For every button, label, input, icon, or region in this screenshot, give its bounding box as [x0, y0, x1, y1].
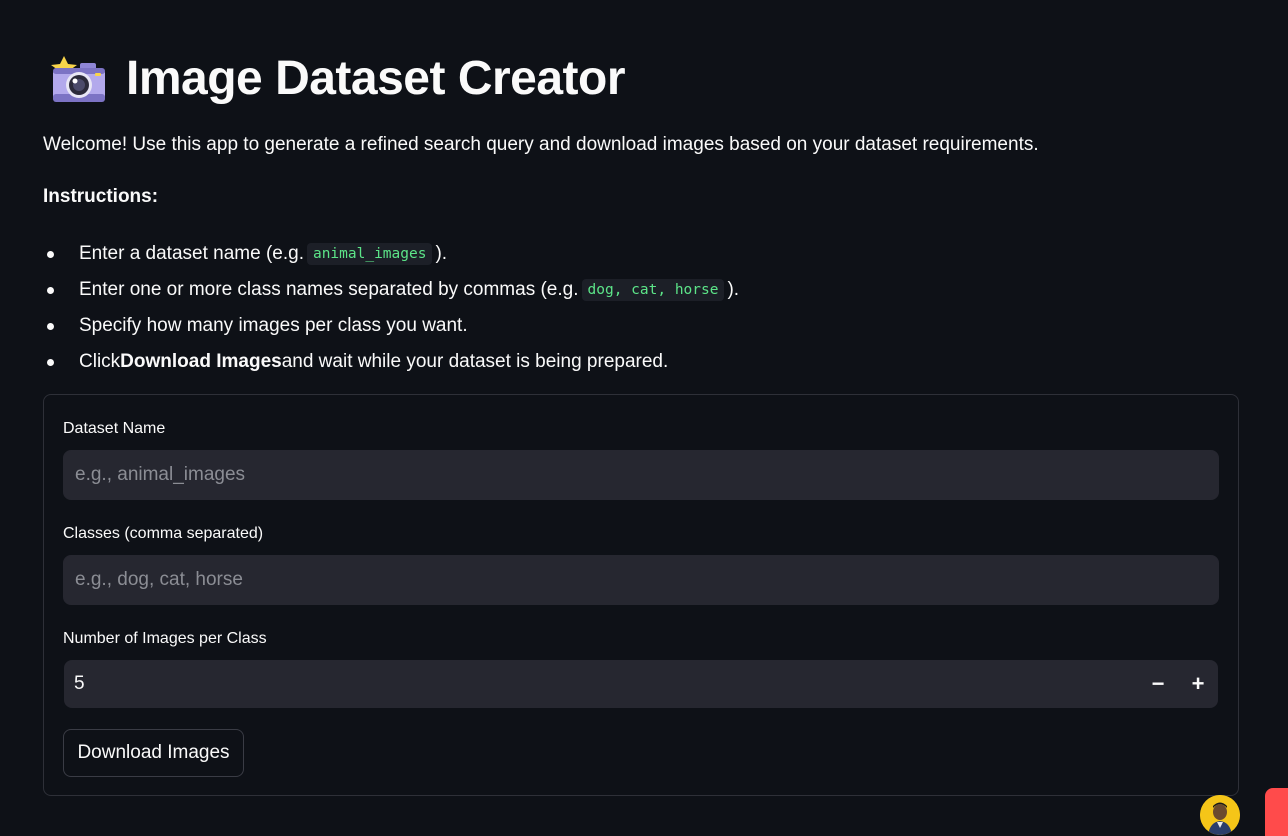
bullet-icon	[47, 323, 54, 330]
camera-with-flash-icon	[51, 56, 105, 102]
classes-input[interactable]	[63, 555, 1219, 605]
instructions-list: Enter a dataset name (e.g. animal_images…	[43, 236, 739, 380]
num-images-stepper: 5 − +	[64, 660, 1218, 708]
instruction-text: Click	[79, 351, 121, 372]
page-title: Image Dataset Creator	[126, 52, 626, 105]
dataset-form: Dataset Name Classes (comma separated) N…	[43, 394, 1239, 796]
bullet-icon	[47, 251, 54, 258]
bullet-icon	[47, 359, 54, 366]
decrement-button[interactable]: −	[1138, 660, 1178, 708]
welcome-text: Welcome! Use this app to generate a refi…	[43, 134, 1039, 155]
dataset-name-input[interactable]	[63, 450, 1219, 500]
instruction-text: ).	[727, 279, 740, 300]
code-snippet: animal_images	[306, 243, 433, 265]
title-row: Image Dataset Creator	[50, 50, 626, 108]
classes-label: Classes (comma separated)	[63, 525, 264, 542]
instruction-text: Specify how many images per class you wa…	[79, 315, 468, 336]
dataset-name-label: Dataset Name	[63, 420, 166, 437]
bullet-icon	[47, 287, 54, 294]
avatar[interactable]	[1200, 795, 1240, 835]
download-images-button[interactable]: Download Images	[63, 729, 244, 777]
manage-app-tab[interactable]	[1265, 788, 1288, 836]
instruction-item-count: Specify how many images per class you wa…	[43, 308, 739, 344]
instruction-item-classes: Enter one or more class names separated …	[43, 272, 739, 308]
num-images-label: Number of Images per Class	[63, 630, 267, 647]
instruction-text: ).	[435, 243, 448, 264]
code-snippet: dog, cat, horse	[581, 279, 725, 301]
avatar-person-icon	[1200, 795, 1240, 835]
app-page: Image Dataset Creator Welcome! Use this …	[0, 0, 1288, 836]
instruction-item-dataset-name: Enter a dataset name (e.g. animal_images…	[43, 236, 739, 272]
instruction-text: Enter a dataset name (e.g.	[79, 243, 304, 264]
instruction-text: and wait while your dataset is being pre…	[281, 351, 669, 372]
num-images-input[interactable]: 5	[64, 673, 1138, 695]
increment-button[interactable]: +	[1178, 660, 1218, 708]
instruction-text: Enter one or more class names separated …	[79, 279, 579, 300]
instruction-item-download: Click Download Images and wait while you…	[43, 344, 739, 380]
instruction-bold-text: Download Images	[120, 351, 282, 372]
instructions-heading: Instructions:	[43, 186, 159, 207]
